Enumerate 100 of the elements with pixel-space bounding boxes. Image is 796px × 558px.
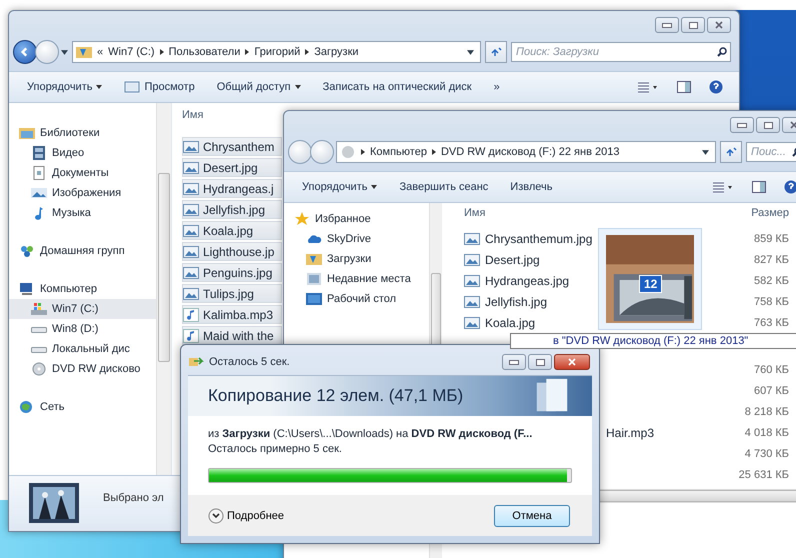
scrollbar[interactable]	[156, 103, 171, 475]
file-item[interactable]: Kalimba.mp3	[182, 305, 282, 324]
file-name[interactable]: Chrysanthemum.jpg	[464, 232, 592, 246]
music-file-icon	[183, 328, 199, 342]
file-name[interactable]: Desert.jpg	[464, 252, 540, 266]
list-view-icon	[637, 81, 659, 93]
image-file-icon	[464, 232, 480, 246]
more-details-button[interactable]: Подробнее	[208, 508, 284, 524]
nav-item[interactable]: Win7 (C:)	[9, 299, 156, 319]
file-name[interactable]: Hydrangeas.jpg	[464, 274, 570, 288]
file-size: 827 КБ	[754, 254, 789, 266]
file-item[interactable]: Lighthouse.jp	[182, 242, 282, 261]
separator-arrow-icon	[432, 149, 436, 155]
overflow-chevron[interactable]: «	[97, 46, 104, 58]
minimize-button[interactable]	[502, 354, 526, 370]
image-file-icon	[464, 316, 480, 330]
homegroup-icon	[19, 244, 35, 258]
nav-item[interactable]: Домашняя групп	[9, 241, 156, 261]
minimize-icon	[737, 122, 747, 128]
file-item[interactable]: Tulips.jpg	[182, 284, 282, 303]
maximize-button[interactable]	[528, 354, 552, 370]
toolbar-button[interactable]: »	[486, 78, 508, 96]
file-item[interactable]: Chrysanthem	[182, 137, 282, 156]
forward-button[interactable]	[310, 140, 334, 164]
nav-item[interactable]: Сеть	[9, 397, 156, 417]
nav-item[interactable]: Недавние места	[284, 269, 429, 289]
nav-item[interactable]: DVD RW дисково	[9, 359, 156, 379]
minimize-icon	[662, 22, 672, 28]
breadcrumb[interactable]: Загрузки	[314, 46, 359, 58]
caret-icon	[61, 50, 68, 54]
breadcrumb[interactable]: Win7 (C:)	[108, 46, 155, 58]
file-name[interactable]: Koala.jpg	[464, 316, 536, 330]
nav-item[interactable]: Избранное	[284, 209, 429, 229]
nav-item[interactable]: Изображения	[9, 183, 156, 203]
time-remaining: Осталось примерно 5 сек.	[208, 443, 343, 455]
minimize-button[interactable]	[730, 117, 754, 133]
file-item[interactable]: Desert.jpg	[182, 158, 282, 177]
minimize-icon	[509, 360, 519, 364]
breadcrumb[interactable]: Компьютер	[370, 146, 427, 158]
file-size: 760 КБ	[754, 364, 789, 376]
folder-icon	[76, 45, 92, 59]
close-button[interactable]	[707, 17, 731, 33]
image-file-icon	[183, 202, 199, 216]
column-header[interactable]: Имя	[464, 207, 486, 225]
maximize-icon	[536, 358, 544, 366]
maximize-button[interactable]	[681, 17, 705, 33]
toolbar-button[interactable]: Общий доступ	[208, 78, 309, 96]
file-item[interactable]: Koala.jpg	[182, 221, 282, 240]
file-item[interactable]: Hydrangeas.j	[182, 179, 282, 198]
nav-item[interactable]: Загрузки	[284, 249, 429, 269]
file-size: 582 КБ	[754, 274, 789, 286]
toolbar-button[interactable]: Извлечь	[502, 178, 560, 196]
star-icon	[294, 212, 310, 226]
minimize-button[interactable]	[655, 17, 679, 33]
toolbar-button[interactable]: Упорядочить	[19, 78, 110, 96]
document-icon	[31, 166, 47, 180]
item-count-badge: 12	[639, 275, 662, 293]
toolbar-button[interactable]: Завершить сеанс	[391, 178, 496, 196]
nav-item[interactable]: Win8 (D:)	[9, 319, 156, 339]
toolbar-button[interactable]: Просмотр	[116, 77, 203, 97]
nav-item[interactable]: Документы	[9, 163, 156, 183]
column-header[interactable]: Имя	[182, 109, 204, 127]
toolbar-button[interactable]: Упорядочить	[294, 178, 386, 196]
search-field[interactable]: Поис...	[746, 142, 796, 162]
column-header[interactable]: Размер	[751, 207, 789, 225]
file-name[interactable]: Hair.mp3	[606, 426, 654, 440]
maximize-icon	[764, 122, 772, 128]
maximize-button[interactable]	[756, 117, 780, 133]
nav-item[interactable]: SkyDrive	[284, 229, 429, 249]
file-size: 25 631 КБ	[738, 468, 789, 480]
toolbar-button[interactable]: Записать на оптический диск	[314, 78, 480, 96]
back-button[interactable]	[13, 40, 37, 64]
breadcrumb[interactable]: DVD RW дисковод (F:) 22 янв 2013	[440, 146, 620, 158]
file-item[interactable]: Penguins.jpg	[182, 263, 282, 282]
nav-item[interactable]: Видео	[9, 143, 156, 163]
breadcrumb[interactable]: Пользователи	[168, 46, 240, 58]
breadcrumb[interactable]: Григорий	[254, 46, 300, 58]
close-button[interactable]	[554, 354, 590, 370]
search-field[interactable]: Поиск: Загрузки	[511, 42, 731, 62]
nav-item[interactable]: Библиотеки	[9, 123, 156, 143]
refresh-button[interactable]	[485, 41, 507, 63]
file-item[interactable]: Jellyfish.jpg	[182, 200, 282, 219]
nav-item[interactable]: Локальный дис	[9, 339, 156, 359]
help-icon	[709, 80, 723, 94]
drive-icon	[31, 302, 47, 316]
file-size: 859 КБ	[754, 232, 789, 244]
address-bar[interactable]: Компьютер DVD RW дисковод (F:) 22 янв 2013	[336, 141, 716, 163]
refresh-button[interactable]	[720, 141, 742, 163]
close-icon	[790, 121, 796, 129]
nav-item[interactable]: Музыка	[9, 203, 156, 223]
refresh-icon	[725, 147, 737, 157]
file-name[interactable]: Jellyfish.jpg	[464, 294, 548, 308]
list-view-icon	[712, 181, 734, 193]
cancel-button[interactable]: Отмена	[494, 504, 570, 526]
address-bar[interactable]: « Win7 (C:) Пользователи Григорий Загрузки	[72, 41, 481, 63]
close-icon	[568, 358, 576, 366]
nav-item[interactable]: Компьютер	[9, 279, 156, 299]
file-item[interactable]: Maid with the	[182, 326, 282, 345]
image-file-icon	[183, 244, 199, 258]
nav-item[interactable]: Рабочий стол	[284, 289, 429, 309]
